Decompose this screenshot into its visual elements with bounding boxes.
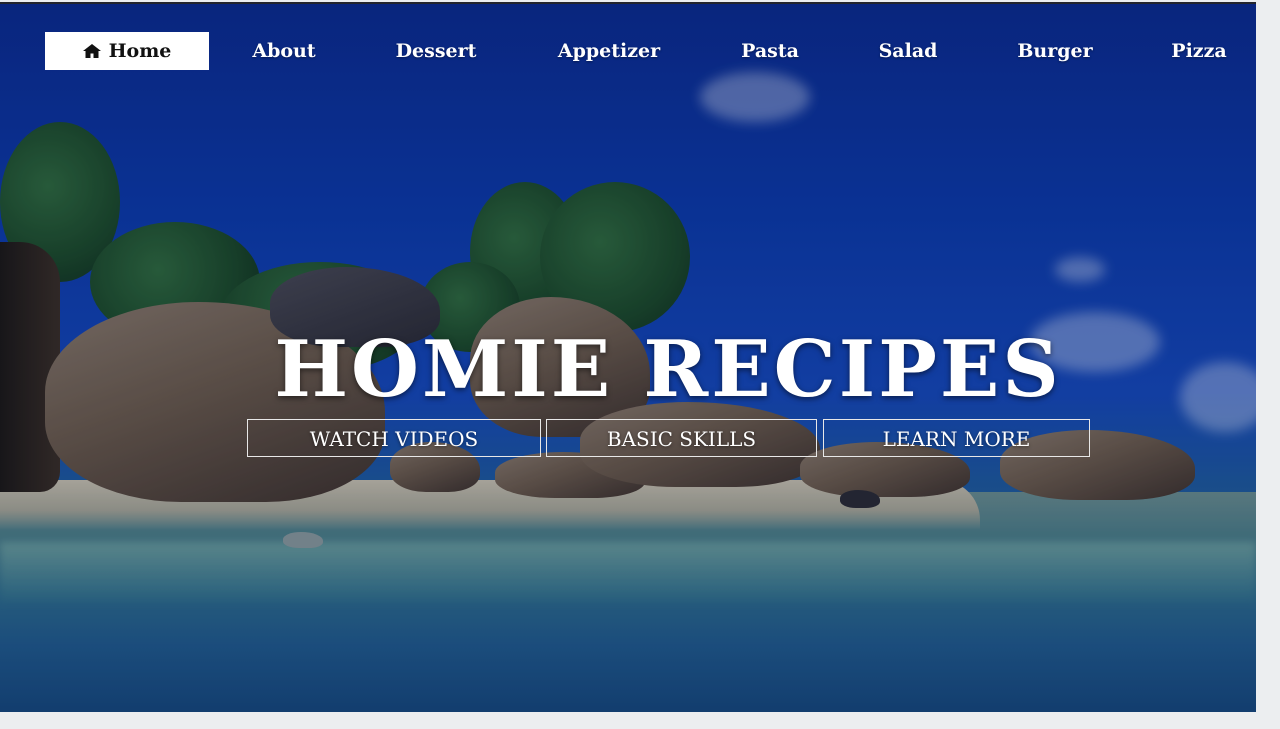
nav-item-pizza[interactable]: Pizza <box>1160 32 1238 70</box>
nav-item-pasta[interactable]: Pasta <box>730 32 810 70</box>
nav-item-salad[interactable]: Salad <box>868 32 948 70</box>
nav-item-burger[interactable]: Burger <box>1007 32 1103 70</box>
home-icon <box>82 44 101 58</box>
basic-skills-button[interactable]: BASIC SKILLS <box>546 419 817 457</box>
nav-item-home[interactable]: Home <box>45 32 209 70</box>
hero-banner: Home About Dessert Appetizer Pasta Salad… <box>0 2 1256 712</box>
learn-more-button[interactable]: LEARN MORE <box>823 419 1090 457</box>
nav-item-about[interactable]: About <box>240 32 328 70</box>
nav-item-label: Home <box>108 40 172 62</box>
main-nav: Home About Dessert Appetizer Pasta Salad… <box>0 2 1256 102</box>
watch-videos-button[interactable]: WATCH VIDEOS <box>247 419 541 457</box>
nav-item-dessert[interactable]: Dessert <box>384 32 488 70</box>
hero-title: HOMIE RECIPES <box>274 324 1062 415</box>
nav-item-appetizer[interactable]: Appetizer <box>545 32 673 70</box>
